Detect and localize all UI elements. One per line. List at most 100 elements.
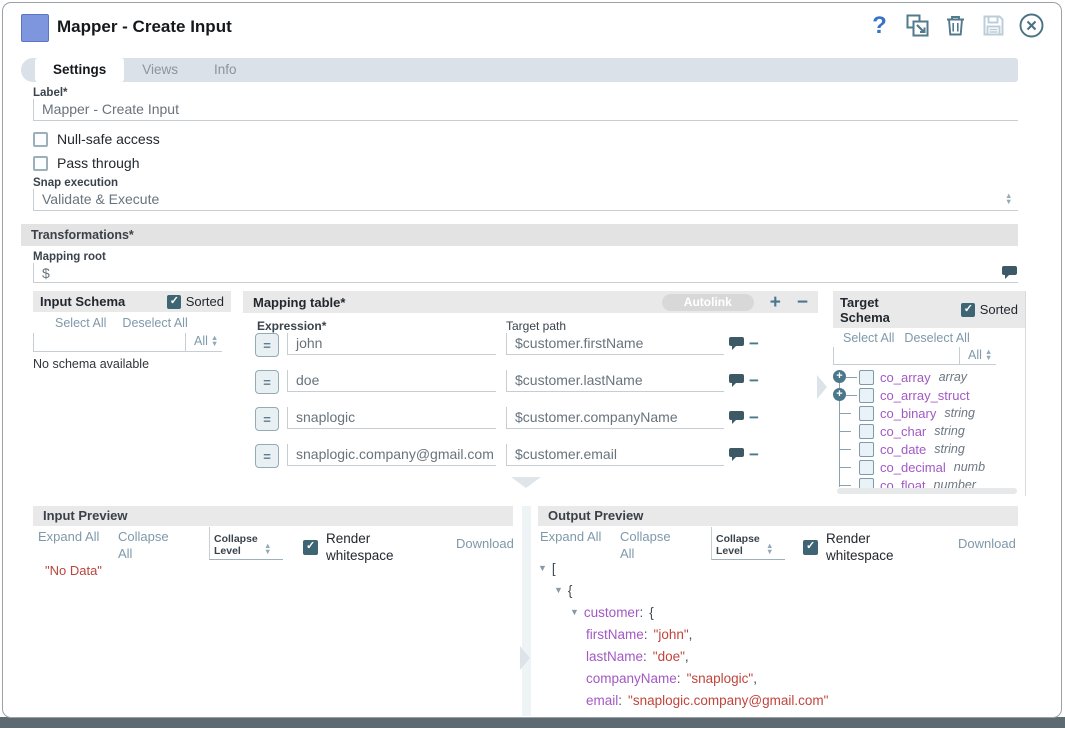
- expression-input[interactable]: john: [287, 333, 496, 355]
- tree-item-name[interactable]: co_decimal: [880, 460, 946, 475]
- target-schema-header: Target Schema Sorted: [833, 291, 1025, 328]
- input-collapse-level[interactable]: Collapse Level: [209, 527, 283, 560]
- target-path-input[interactable]: $customer.email: [506, 444, 724, 466]
- help-icon[interactable]: ?: [866, 12, 893, 39]
- input-expand-all[interactable]: Expand All: [38, 528, 100, 545]
- input-render-whitespace-checkbox[interactable]: [303, 540, 318, 555]
- duplicate-icon[interactable]: [904, 12, 931, 39]
- collapse-node-icon[interactable]: ▼: [554, 585, 563, 595]
- delete-icon[interactable]: [942, 12, 969, 39]
- delete-mapping-row-icon[interactable]: −: [749, 335, 759, 352]
- input-schema-deselect-all[interactable]: Deselect All: [122, 316, 187, 330]
- input-preview-no-data: "No Data": [45, 563, 102, 578]
- input-collapse-all[interactable]: Collapse All: [118, 528, 180, 562]
- output-download-link[interactable]: Download: [958, 536, 1016, 551]
- tab-info[interactable]: Info: [196, 58, 255, 82]
- pass-through-checkbox[interactable]: [33, 156, 48, 171]
- expression-input[interactable]: snaplogic: [287, 407, 496, 429]
- tree-item-name[interactable]: co_date: [880, 442, 926, 457]
- delete-mapping-row-icon[interactable]: −: [749, 372, 759, 389]
- delete-mapping-row-icon[interactable]: −: [749, 409, 759, 426]
- expand-panel-handle-icon[interactable]: [817, 375, 827, 399]
- input-schema-filter[interactable]: All: [185, 333, 222, 352]
- expression-toggle-button[interactable]: =: [255, 407, 279, 431]
- input-render-whitespace-label: Render whitespace: [326, 530, 410, 564]
- collapse-section-handle-icon[interactable]: [511, 477, 541, 488]
- target-schema-sorted-checkbox[interactable]: [961, 303, 975, 317]
- target-schema-deselect-all[interactable]: Deselect All: [904, 331, 969, 345]
- target-schema-search-input[interactable]: [833, 347, 959, 365]
- input-download-link[interactable]: Download: [456, 536, 514, 551]
- output-collapse-level[interactable]: Collapse Level: [711, 527, 785, 560]
- expand-node-icon[interactable]: [833, 388, 846, 401]
- target-comment-icon[interactable]: [729, 374, 744, 392]
- target-comment-icon[interactable]: [729, 448, 744, 466]
- target-schema-panel: Target Schema Sorted Select All Deselect…: [833, 291, 1026, 496]
- json-value: "snaplogic": [687, 671, 754, 686]
- label-field-input[interactable]: Mapper - Create Input: [33, 99, 1018, 121]
- output-expand-all[interactable]: Expand All: [540, 528, 602, 545]
- expression-input[interactable]: doe: [287, 370, 496, 392]
- mapping-root-input[interactable]: $: [33, 263, 1018, 283]
- tree-item-type: array: [939, 370, 967, 384]
- expression-input[interactable]: snaplogic.company@gmail.com: [287, 444, 496, 466]
- collapse-node-icon[interactable]: ▼: [538, 563, 547, 573]
- input-schema-select-all[interactable]: Select All: [55, 316, 106, 330]
- autolink-button[interactable]: Autolink: [662, 294, 754, 311]
- snap-execution-spinner-icon[interactable]: [1005, 193, 1012, 205]
- save-icon[interactable]: [980, 12, 1007, 39]
- target-comment-icon[interactable]: [729, 337, 744, 355]
- mapping-row: = snaplogic $customer.companyName −: [255, 407, 810, 431]
- tree-item-name[interactable]: co_char: [880, 424, 926, 439]
- target-schema-select-all[interactable]: Select All: [843, 331, 894, 345]
- input-schema-search-input[interactable]: [33, 333, 185, 352]
- null-safe-checkbox[interactable]: [33, 132, 48, 147]
- tab-views[interactable]: Views: [124, 58, 196, 82]
- tree-item-name[interactable]: co_array: [880, 370, 931, 385]
- expression-toggle-button[interactable]: =: [255, 370, 279, 394]
- page-background-strip: [0, 717, 1065, 728]
- snap-execution-select[interactable]: Validate & Execute: [33, 189, 1018, 211]
- input-schema-filter-spinner-icon: [211, 335, 218, 347]
- mapper-dialog: Mapper - Create Input ?: [2, 2, 1062, 718]
- output-collapse-level-spinner-icon[interactable]: [766, 543, 773, 555]
- tab-bar: Settings Views Info: [21, 58, 1018, 82]
- input-schema-sorted-checkbox[interactable]: [167, 295, 181, 309]
- tree-item-type: string: [934, 424, 965, 438]
- tree-horizontal-scrollbar[interactable]: [837, 488, 1017, 494]
- tree-item-checkbox[interactable]: [859, 424, 874, 439]
- close-icon[interactable]: [1018, 12, 1045, 39]
- json-bracket: {: [568, 583, 573, 598]
- expand-node-icon[interactable]: [833, 370, 846, 383]
- tab-settings[interactable]: Settings: [35, 58, 124, 82]
- tree-item: co_array array: [833, 368, 1025, 386]
- tree-item-checkbox[interactable]: [859, 370, 874, 385]
- preview-splitter[interactable]: [522, 506, 531, 716]
- add-row-button[interactable]: +: [770, 293, 781, 312]
- tree-item-checkbox[interactable]: [859, 388, 874, 403]
- input-collapse-level-spinner-icon[interactable]: [264, 543, 271, 555]
- tree-item-name[interactable]: co_array_struct: [880, 388, 970, 403]
- tree-item-checkbox[interactable]: [859, 460, 874, 475]
- target-path-input[interactable]: $customer.lastName: [506, 370, 724, 392]
- tree-item-checkbox[interactable]: [859, 442, 874, 457]
- target-path-input[interactable]: $customer.companyName: [506, 407, 724, 429]
- tree-item-checkbox[interactable]: [859, 406, 874, 421]
- expression-toggle-button[interactable]: =: [255, 333, 279, 357]
- expression-toggle-button[interactable]: =: [255, 444, 279, 468]
- target-path-input[interactable]: $customer.firstName: [506, 333, 724, 355]
- mapping-root-comment-icon[interactable]: [1002, 266, 1017, 284]
- preview-splitter-handle-icon[interactable]: [520, 646, 530, 670]
- delete-mapping-row-icon[interactable]: −: [749, 446, 759, 463]
- target-schema-filter[interactable]: All: [959, 347, 996, 365]
- remove-row-button[interactable]: −: [797, 293, 808, 312]
- target-schema-filter-value: All: [968, 348, 982, 362]
- target-schema-tree: co_array array co_array_struct co_binary…: [833, 368, 1025, 494]
- collapse-node-icon[interactable]: ▼: [570, 607, 579, 617]
- json-bracket: [: [552, 561, 556, 576]
- json-separator: :: [677, 671, 681, 686]
- json-line: ▼ [: [538, 557, 828, 579]
- target-comment-icon[interactable]: [729, 411, 744, 429]
- output-render-whitespace-checkbox[interactable]: [803, 540, 818, 555]
- tree-item-name[interactable]: co_binary: [880, 406, 936, 421]
